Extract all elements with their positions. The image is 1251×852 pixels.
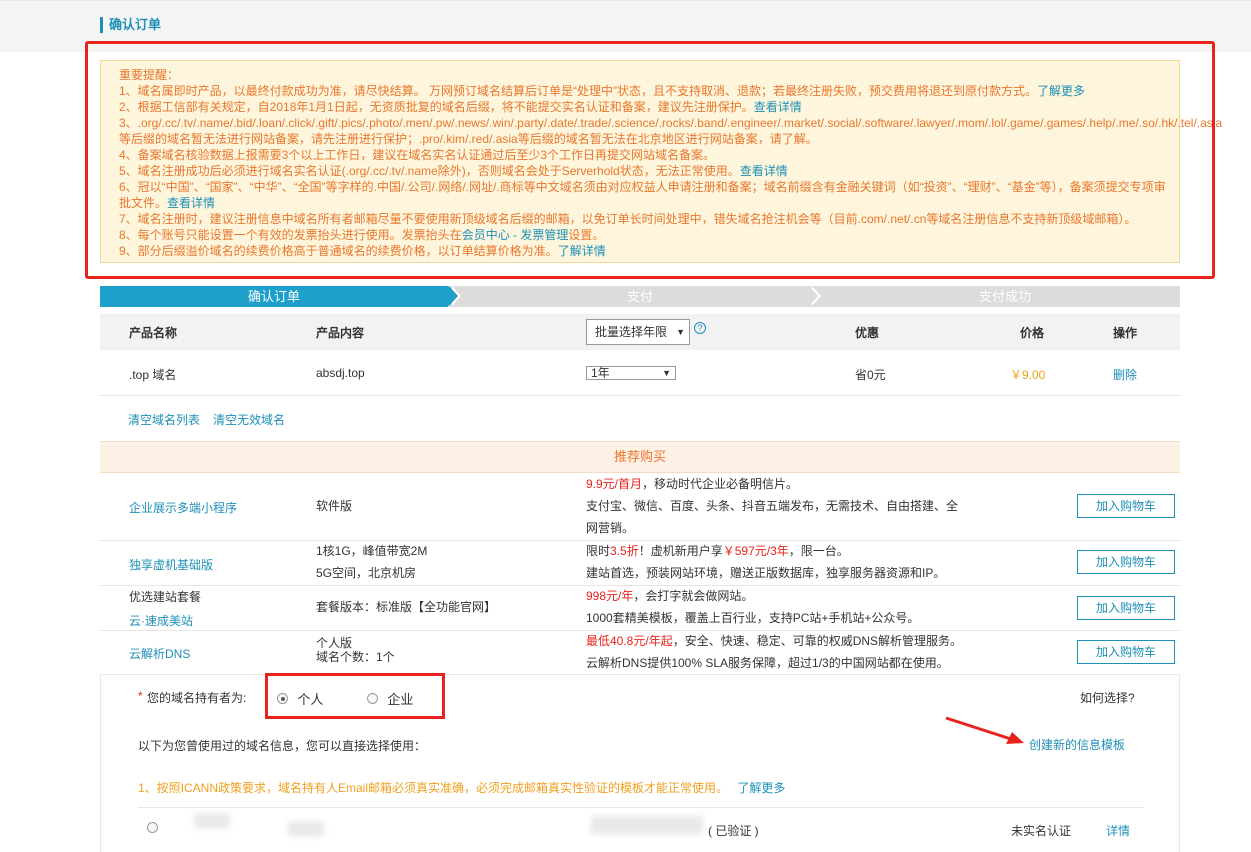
clear-domain-list-link[interactable]: 清空域名列表 bbox=[128, 411, 200, 428]
recommend-row: 企业展示多端小程序 软件版 9.9元/首月，移动时代企业必备明信片。 支付宝、微… bbox=[100, 474, 1180, 541]
table-row: .top 域名 absdj.top 1年 ▼ 省0元 ￥9.00 删除 bbox=[100, 350, 1180, 396]
recommend-type: 套餐版本：标准版【全功能官网】 bbox=[316, 600, 497, 614]
recommend-desc-line: 支付宝、微信、百度、头条、抖音五端发布，无需技术、自由搭建、全 bbox=[586, 499, 959, 513]
batch-years-label: 批量选择年限 bbox=[595, 325, 668, 339]
icann-notice-text: 1、按照ICANN政策要求，域名持有人Email邮箱必须真实准确，必须完成邮箱真… bbox=[138, 781, 729, 795]
recommend-desc-part: ！虚机新用户享 bbox=[638, 544, 723, 558]
detail-link[interactable]: 详情 bbox=[1106, 822, 1130, 839]
recommend-row: 独享虚机基础版 1核1G，峰值带宽2M 5G空间，北京机房 限时3.5折！虚机新… bbox=[100, 541, 1180, 586]
add-to-cart-button[interactable]: 加入购物车 bbox=[1077, 640, 1175, 664]
chevron-down-icon: ▼ bbox=[676, 327, 685, 337]
order-steps: 确认订单 支付 支付成功 bbox=[100, 286, 1180, 307]
how-to-choose-link[interactable]: 如何选择? bbox=[1080, 689, 1135, 706]
col-discount: 优惠 bbox=[855, 326, 880, 340]
recommend-name[interactable]: 云解析DNS bbox=[129, 645, 190, 662]
recommend-price: 9.9元/首月 bbox=[586, 477, 643, 491]
col-price: 价格 bbox=[1020, 326, 1045, 340]
recommend-type-line: 1核1G，峰值带宽2M bbox=[316, 544, 428, 558]
add-to-cart-button[interactable]: 加入购物车 bbox=[1077, 494, 1175, 518]
col-name: 产品名称 bbox=[129, 326, 178, 340]
recommend-desc-line: 1000套精美模板，覆盖上百行业，支持PC站+手机站+公众号。 bbox=[586, 611, 920, 625]
batch-years-select[interactable]: 批量选择年限 ▼ bbox=[586, 319, 690, 345]
redacted-email bbox=[591, 816, 703, 834]
recommend-desc-line: 建站首选，预装网站环境，赠送正版数据库，独享服务器资源和IP。 bbox=[586, 566, 946, 580]
product-content: absdj.top bbox=[316, 366, 365, 380]
step-confirm: 确认订单 bbox=[100, 286, 448, 307]
red-arrow-annotation bbox=[945, 716, 1024, 744]
product-name: .top 域名 bbox=[129, 368, 177, 382]
recommend-price: 最低40.8元/年起 bbox=[586, 634, 673, 648]
recommend-price: 998元/年 bbox=[586, 589, 634, 603]
chevron-down-icon: ▼ bbox=[662, 368, 671, 378]
help-icon[interactable]: ? bbox=[694, 322, 706, 334]
add-to-cart-button[interactable]: 加入购物车 bbox=[1077, 550, 1175, 574]
col-content: 产品内容 bbox=[316, 326, 365, 340]
recommend-desc: 998元/年，会打字就会做网站。 1000套精美模板，覆盖上百行业，支持PC站+… bbox=[586, 585, 976, 629]
recommend-type-line: 域名个数：1个 bbox=[316, 650, 395, 664]
step-arrow-front bbox=[449, 286, 458, 306]
template-radio[interactable] bbox=[147, 822, 158, 833]
recommend-name[interactable]: 云·速成美站 bbox=[129, 612, 193, 629]
verified-label: ( 已验证 ) bbox=[708, 824, 759, 838]
recommend-type: 1核1G，峰值带宽2M 5G空间，北京机房 bbox=[316, 540, 427, 584]
recommend-desc-line: 网营销。 bbox=[586, 521, 635, 535]
recommend-desc: 限时3.5折！虚机新用户享￥597元/3年，限一台。 建站首选，预装网站环境，赠… bbox=[586, 540, 976, 584]
recommend-type: 个人版 域名个数：1个 bbox=[316, 636, 395, 664]
required-asterisk: * bbox=[138, 689, 143, 703]
recommend-price: ￥597元/3年 bbox=[722, 544, 789, 558]
step-arrow-front bbox=[809, 286, 818, 306]
recommend-desc-part: ，会打字就会做网站。 bbox=[633, 589, 754, 603]
product-price: ￥9.00 bbox=[1010, 368, 1046, 382]
recommend-desc-part: 限时 bbox=[586, 544, 611, 558]
table-header: 产品名称 产品内容 批量选择年限 ▼ ? 优惠 价格 操作 bbox=[100, 314, 1180, 350]
notice-highlight-box bbox=[85, 41, 1215, 279]
page-title: 确认订单 bbox=[100, 17, 161, 33]
holder-highlight-box bbox=[265, 673, 445, 719]
icann-notice: 1、按照ICANN政策要求，域名持有人Email邮箱必须真实准确，必须完成邮箱真… bbox=[138, 779, 785, 796]
recommend-desc: 最低40.8元/年起，安全、快速、稳定、可靠的权威DNS解析管理服务。 云解析D… bbox=[586, 630, 976, 674]
list-actions: 清空域名列表 清空无效域名 bbox=[100, 398, 1180, 442]
step-pay: 支付 bbox=[626, 289, 653, 304]
recommend-desc-line: ，移动时代企业必备明信片。 bbox=[642, 477, 799, 491]
product-discount: 省0元 bbox=[855, 368, 886, 382]
domain-holder-section: * 您的域名持有者为: 个人 企业 如何选择? 以下为您曾使用过的域名信息，您可… bbox=[100, 675, 1180, 852]
holder-label: 您的域名持有者为: bbox=[147, 691, 247, 705]
recommend-type-line: 个人版 bbox=[316, 636, 353, 650]
recommend-price: 3.5折 bbox=[610, 544, 639, 558]
redacted-owner bbox=[288, 822, 324, 836]
recommend-header: 推荐购买 bbox=[100, 441, 1180, 473]
realname-status: 未实名认证 bbox=[1011, 824, 1072, 838]
recommend-desc: 9.9元/首月，移动时代企业必备明信片。 支付宝、微信、百度、头条、抖音五端发布… bbox=[586, 473, 976, 539]
recommend-desc-line: 云解析DNS提供100% SLA服务保障，超过1/3的中国网站都在使用。 bbox=[586, 656, 949, 670]
years-value: 1年 bbox=[591, 366, 610, 380]
recommend-name[interactable]: 独享虚机基础版 bbox=[129, 556, 213, 573]
recommend-type-line: 5G空间，北京机房 bbox=[316, 566, 417, 580]
delete-link[interactable]: 删除 bbox=[1113, 366, 1137, 383]
redacted-name bbox=[194, 814, 230, 828]
clear-invalid-domains-link[interactable]: 清空无效域名 bbox=[213, 411, 285, 428]
create-template-link[interactable]: 创建新的信息模板 bbox=[1029, 736, 1125, 753]
col-action: 操作 bbox=[1113, 326, 1138, 340]
years-select[interactable]: 1年 ▼ bbox=[586, 366, 676, 380]
recommend-row: 云解析DNS 个人版 域名个数：1个 最低40.8元/年起，安全、快速、稳定、可… bbox=[100, 631, 1180, 675]
recommend-desc-part: ，安全、快速、稳定、可靠的权威DNS解析管理服务。 bbox=[672, 634, 963, 648]
add-to-cart-button[interactable]: 加入购物车 bbox=[1077, 596, 1175, 620]
history-tip: 以下为您曾使用过的域名信息，您可以直接选择使用： bbox=[138, 739, 427, 753]
recommend-desc-part: ，限一台。 bbox=[788, 544, 849, 558]
arrow-shaft bbox=[945, 716, 1015, 742]
recommend-type: 软件版 bbox=[316, 499, 353, 513]
recommend-row: 优选建站套餐 云·速成美站 套餐版本：标准版【全功能官网】 998元/年，会打字… bbox=[100, 586, 1180, 631]
step-success: 支付成功 bbox=[978, 289, 1031, 304]
icann-learn-more-link[interactable]: 了解更多 bbox=[737, 781, 785, 795]
recommend-category: 优选建站套餐 bbox=[129, 590, 202, 604]
template-row[interactable]: ( 已验证 ) 未实名认证 详情 bbox=[138, 808, 1143, 852]
recommend-name[interactable]: 企业展示多端小程序 bbox=[129, 499, 237, 516]
